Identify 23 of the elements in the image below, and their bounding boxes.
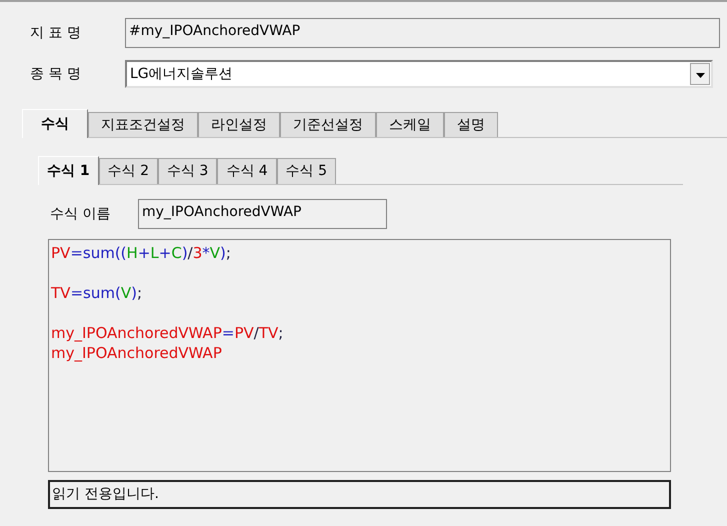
code-editor[interactable]: PV=sum((H+L+C)/3*V); TV=sum(V); my_IPOAnchoredVWAP=PV/TV; my_IPOAnchoredVWAP — [48, 239, 671, 472]
tab[interactable]: 수식 — [22, 109, 88, 138]
formula-tab[interactable]: 수식 2 — [98, 158, 158, 184]
tab[interactable]: 설명 — [444, 112, 498, 137]
status-message: 읽기 전용입니다. — [48, 480, 671, 509]
code-line: my_IPOAnchoredVWAP — [51, 344, 222, 362]
code-line: my_IPOAnchoredVWAP=PV/TV; — [51, 324, 284, 342]
formula-tab[interactable]: 수식 4 — [217, 158, 277, 184]
tab[interactable]: 지표조건설정 — [88, 112, 198, 137]
indicator-name-field[interactable]: #my_IPOAnchoredVWAP — [125, 18, 720, 48]
tab[interactable]: 라인설정 — [198, 112, 280, 137]
field-label: 종 목 명 — [30, 64, 82, 84]
tab[interactable]: 스케일 — [376, 112, 444, 137]
formula-tab[interactable]: 수식 3 — [158, 158, 218, 184]
code-line: TV=sum(V); — [51, 284, 142, 302]
field-label: 지 표 명 — [30, 24, 82, 42]
field-label: 수식 이름 — [50, 204, 112, 224]
formula-tab[interactable]: 수식 5 — [276, 158, 336, 184]
tab[interactable]: 기준선설정 — [280, 112, 376, 137]
formula-tab[interactable]: 수식 1 — [38, 156, 99, 185]
formula-name-field[interactable]: my_IPOAnchoredVWAP — [138, 199, 387, 229]
item-dropdown[interactable]: LG에너지솔루션 — [125, 60, 713, 88]
code-line: PV=sum((H+L+C)/3*V); — [51, 244, 231, 262]
